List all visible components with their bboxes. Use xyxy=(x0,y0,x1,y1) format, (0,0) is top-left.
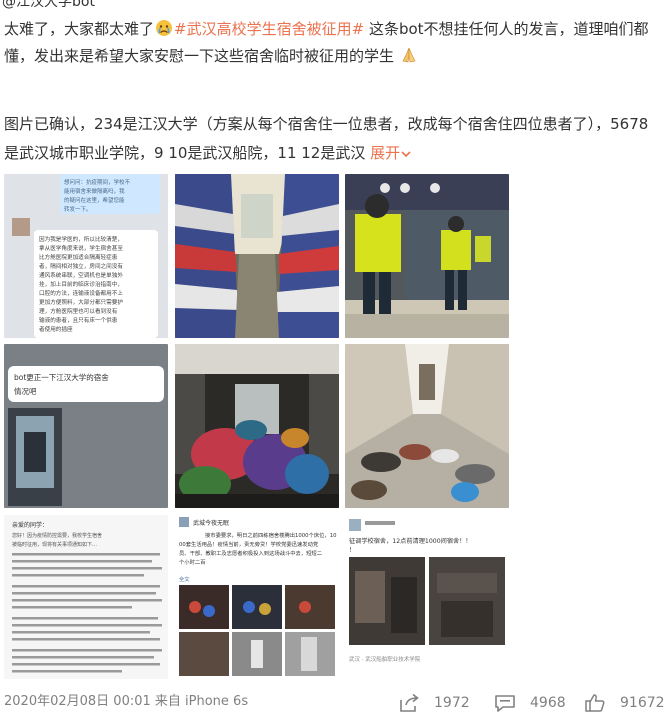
share-button[interactable]: 1972 xyxy=(398,686,470,720)
image-cleanup-notice-post[interactable]: 征调学校宿舍，12点前清理1000间宿舍！！ ！ 武汉 · 武汉船舶职业技术学院 xyxy=(345,515,509,679)
image-grid: 想问问：抗疫期间，学校不 能用宿舍来做隔离吗，我 的疑问在这里，希望您能 转发一… xyxy=(4,174,510,682)
img7-line2: 您好！因为疫情防控需要，我校学生宿舍 xyxy=(12,532,102,539)
img8-sub: 全文 xyxy=(179,575,190,583)
img1-reply-text: 因为我是学医的，所以比较清楚，拿从医学角度来说，学生宿舍甚至比方舱医院更加适合隔… xyxy=(39,235,123,333)
img1-reply-line: 更加方便照料，大部分都只需要护 xyxy=(39,298,123,306)
img1-reply-line: 理，方舱医院里也可以看到没有 xyxy=(39,307,118,315)
image-notice-document[interactable]: 亲爱的同学： 您好！因为疫情防控需要，我校学生宿舍 被临时征用，现将有关事项通知… xyxy=(4,515,168,679)
image-workers-in-vests[interactable] xyxy=(345,174,509,338)
expand-link[interactable]: 展开 xyxy=(370,144,412,162)
img1-line1: 想问问：抗疫期间，学校不 xyxy=(64,178,131,186)
img8-caption-line3: 员、干部、教职工及志愿者积极投入到这场战斗中去，短短二 xyxy=(179,549,322,557)
comment-button[interactable]: 4968 xyxy=(494,686,566,720)
img1-reply-line: 比方舱医院更加适合隔离轻症患 xyxy=(39,253,118,261)
img4-caption-line2: 情况吧 xyxy=(14,386,37,396)
crying-emoji-icon xyxy=(155,19,173,37)
post-text: 太难了，大家都太难了 #武汉高校学生宿舍被征用# 这条bot不想挂任何人的发言，道… xyxy=(4,16,656,70)
img1-line4: 转发一下。 xyxy=(64,205,92,213)
expand-label: 展开 xyxy=(370,144,401,162)
post-timestamp[interactable]: 2020年02月08日 00:01 来自 iPhone 6s xyxy=(4,690,248,709)
like-button[interactable]: 91672 xyxy=(584,686,665,720)
img8-caption-line2: 00套生活用品！疫情当前，责无旁贷！学校党委迅速发动党 xyxy=(179,540,319,548)
img9-footer: 武汉 · 武汉船舶职业技术学院 xyxy=(349,655,421,663)
img1-reply-line: 者，隔间相对独立，房间之间没有 xyxy=(39,262,123,270)
image-social-post-photos[interactable]: 武城今夜无眠 接市委要求，明日之前四栋宿舍楼腾出1000个床位，10 00套生活… xyxy=(175,515,339,679)
img1-reply-line: 者使用的插座 xyxy=(39,325,73,333)
img8-header: 武城今夜无眠 xyxy=(193,519,229,527)
img1-reply-line: 口腔的方法，连输液设备都用不上 xyxy=(39,289,123,297)
img7-line1: 亲爱的同学： xyxy=(12,521,48,529)
img9-caption-line1: 征调学校宿舍，12点前清理1000间宿舍！！ xyxy=(349,537,472,545)
post-text-start: 太难了，大家都太难了 xyxy=(4,20,155,38)
hashtag-link[interactable]: #武汉高校学生宿舍被征用# xyxy=(174,20,364,38)
image-chat-screenshot[interactable]: 想问问：抗疫期间，学校不 能用宿舍来做隔离吗，我 的疑问在这里，希望您能 转发一… xyxy=(4,174,168,338)
img1-reply-line: 拿从医学角度来说，学生宿舍甚至 xyxy=(39,244,123,252)
image-dorm-corridor-tarps[interactable] xyxy=(175,174,339,338)
comment-icon xyxy=(495,695,515,712)
img8-caption-line4: 个小时二百 xyxy=(179,558,206,566)
img4-caption-line1: bot更正一下江汉大学的宿舍 xyxy=(14,372,109,382)
img1-line2: 能用宿舍来做隔离吗，我 xyxy=(64,187,125,195)
share-count: 1972 xyxy=(434,695,470,711)
img1-line3: 的疑问在这里，希望您能 xyxy=(64,196,125,204)
thumbs-up-icon xyxy=(585,694,605,712)
img1-reply-line: 因为我是学医的，所以比较清楚， xyxy=(39,235,123,243)
image-corridor-belongings[interactable] xyxy=(345,344,509,508)
post-footer: 2020年02月08日 00:01 来自 iPhone 6s 1972 4968… xyxy=(0,686,668,724)
img1-reply-line: 输液的患者，且只有床一个供患 xyxy=(39,316,118,324)
image-room-with-luggage[interactable] xyxy=(175,344,339,508)
chevron-down-icon xyxy=(401,151,411,158)
image-confirm-text: 图片已确认，234是江汉大学（方案从每个宿舍住一位患者，改成每个宿舍住四位患者了… xyxy=(4,115,649,162)
share-icon xyxy=(400,693,419,712)
image-correction-chat[interactable]: bot更正一下江汉大学的宿舍 情况吧 xyxy=(4,344,168,508)
img1-reply-line: 通风系统串联，空调机也是单独外 xyxy=(39,271,123,279)
pray-emoji-icon xyxy=(400,46,418,64)
img7-line3: 被临时征用，现将有关事项通知如下… xyxy=(12,541,97,548)
like-count: 91672 xyxy=(620,695,665,711)
img8-caption-line1: 接市委要求，明日之前四栋宿舍楼腾出1000个床位，10 xyxy=(205,531,337,539)
img1-reply-line: 挂，加上目前的临床诊治指南中， xyxy=(39,280,123,288)
clipped-previous-line: @江汉大学bot xyxy=(2,0,95,10)
post-text-paragraph-2: 图片已确认，234是江汉大学（方案从每个宿舍住一位患者，改成每个宿舍住四位患者了… xyxy=(4,110,656,168)
img9-caption-line2: ！ xyxy=(349,547,355,554)
comment-count: 4968 xyxy=(530,695,566,711)
